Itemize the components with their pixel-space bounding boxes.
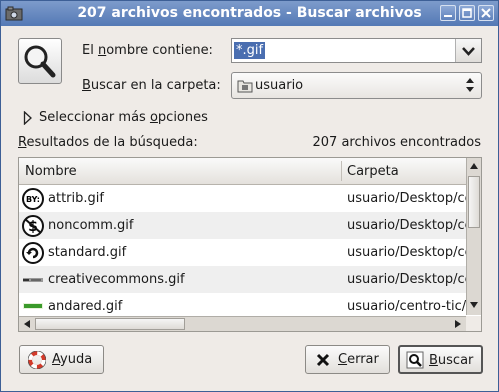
search-folder-value: usuario: [255, 78, 304, 93]
creativecommons-banner-icon: [23, 278, 43, 282]
search-folder-combo[interactable]: usuario: [231, 72, 482, 99]
scroll-down-button[interactable]: [468, 298, 480, 312]
titlebar[interactable]: 207 archivos encontrados - Buscar archiv…: [1, 1, 498, 26]
result-row[interactable]: BY: attrib.gif usuario/Desktop/cc: [19, 185, 467, 212]
results-header: Nombre Carpeta: [19, 158, 467, 185]
more-options-label: Seleccionar más opciones: [39, 110, 208, 125]
maximize-button[interactable]: [459, 5, 475, 21]
result-row[interactable]: andared.gif usuario/centro-tic/: [19, 293, 467, 315]
scroll-left-button[interactable]: [20, 318, 34, 330]
maximize-icon: [462, 8, 472, 18]
name-contains-input[interactable]: *.gif: [234, 42, 266, 59]
result-row[interactable]: $ noncomm.gif usuario/Desktop/cc: [19, 212, 467, 239]
horizontal-scrollbar[interactable]: [19, 316, 467, 331]
cc-sharealike-icon: [22, 242, 44, 264]
result-name: andared.gif: [48, 299, 123, 314]
column-separator[interactable]: [341, 161, 342, 181]
close-button[interactable]: Cerrar: [305, 345, 390, 374]
cc-by-icon: BY:: [22, 188, 44, 210]
vertical-scrollbar[interactable]: [466, 158, 481, 315]
name-history-dropdown-button[interactable]: [455, 39, 481, 62]
vertical-scroll-thumb[interactable]: [468, 176, 480, 228]
arrow-left-icon: [24, 320, 30, 328]
search-files-window: 207 archivos encontrados - Buscar archiv…: [0, 0, 499, 392]
result-folder: usuario/Desktop/cc: [347, 272, 467, 287]
result-name: noncomm.gif: [48, 218, 134, 233]
results-list[interactable]: Nombre Carpeta BY: attrib.gif usuario/De…: [18, 157, 482, 332]
result-folder: usuario/Desktop/cc: [347, 245, 467, 260]
expander-arrow-icon: [23, 111, 32, 125]
column-header-name[interactable]: Nombre: [25, 164, 77, 179]
results-count: 207 archivos encontrados: [312, 135, 482, 150]
close-window-button[interactable]: [478, 5, 494, 21]
close-icon: [481, 8, 491, 18]
result-name: attrib.gif: [48, 191, 104, 206]
updown-arrows-icon: [466, 78, 474, 92]
chevron-down-icon: [462, 47, 475, 56]
result-folder: usuario/Desktop/cc: [347, 191, 467, 206]
horizontal-scroll-thumb[interactable]: [35, 318, 185, 330]
name-contains-combo[interactable]: *.gif: [231, 38, 482, 63]
arrow-right-icon: [455, 320, 461, 328]
svg-text:BY:: BY:: [26, 195, 40, 204]
folder-icon: [237, 80, 253, 93]
find-button-label: Buscar: [429, 353, 474, 368]
close-button-label: Cerrar: [338, 352, 379, 367]
scrollbar-corner: [466, 316, 481, 331]
lifebuoy-icon: [28, 351, 46, 369]
name-contains-label: El nombre contiene:: [82, 43, 213, 58]
arrow-up-icon: [470, 163, 478, 169]
results-rows: BY: attrib.gif usuario/Desktop/cc $ nonc…: [19, 185, 467, 315]
window-title: 207 archivos encontrados - Buscar archiv…: [77, 5, 422, 21]
arrow-down-icon: [470, 302, 478, 308]
result-name: creativecommons.gif: [48, 272, 185, 287]
scroll-up-button[interactable]: [468, 159, 480, 173]
cc-noncommercial-icon: $: [22, 215, 44, 237]
find-button[interactable]: Buscar: [398, 345, 483, 374]
search-magnifier-icon: [18, 38, 62, 84]
andared-banner-icon: [23, 303, 43, 309]
result-folder: usuario/Desktop/cc: [347, 218, 467, 233]
search-folder-label: Buscar en la carpeta:: [82, 78, 221, 93]
find-magnifier-icon: [406, 351, 424, 369]
result-folder: usuario/centro-tic/: [347, 299, 467, 314]
column-header-folder[interactable]: Carpeta: [347, 164, 399, 179]
result-row[interactable]: standard.gif usuario/Desktop/cc: [19, 239, 467, 266]
scroll-right-button[interactable]: [451, 318, 465, 330]
minimize-icon: [444, 15, 452, 17]
minimize-button[interactable]: [440, 5, 456, 21]
help-button-label: Ayuda: [52, 352, 93, 367]
result-name: standard.gif: [48, 245, 127, 260]
search-results-label: Resultados de la búsqueda:: [18, 135, 198, 150]
close-x-icon: [316, 353, 330, 367]
help-button[interactable]: Ayuda: [19, 345, 104, 374]
result-row[interactable]: creativecommons.gif usuario/Desktop/cc: [19, 266, 467, 293]
